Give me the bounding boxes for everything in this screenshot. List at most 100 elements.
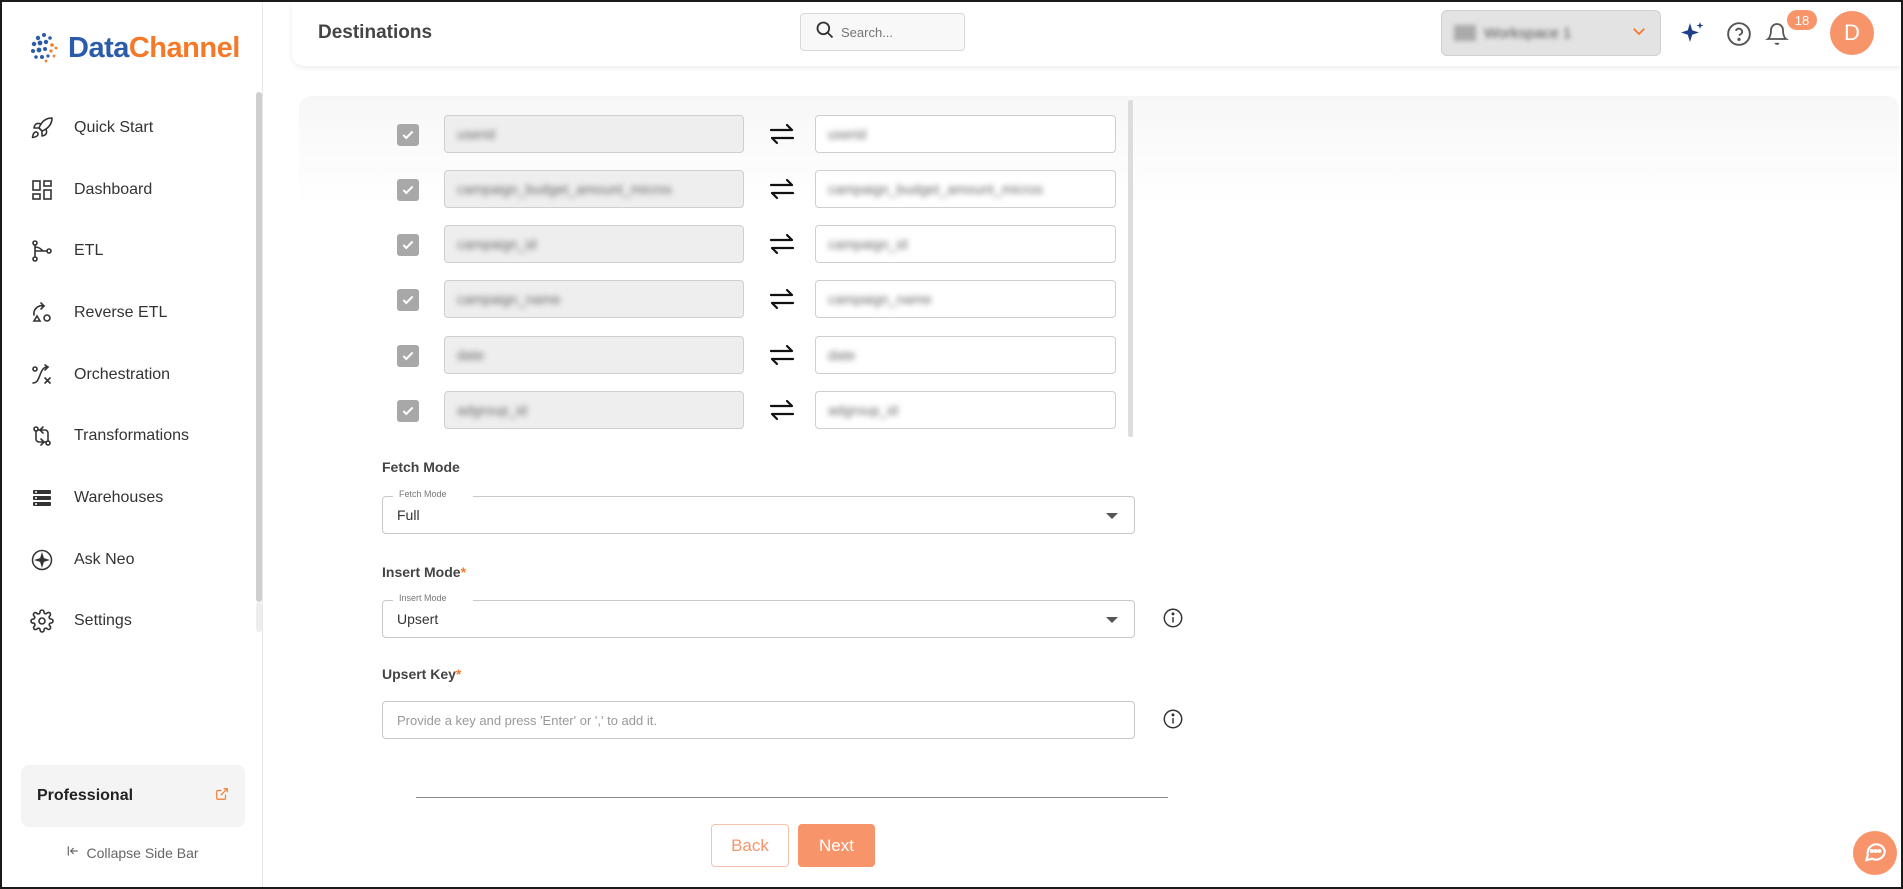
collapse-left-icon xyxy=(66,844,80,861)
upsert-key-input[interactable] xyxy=(382,701,1135,739)
destination-column-name: userid xyxy=(828,126,867,142)
sidebar-item-transformations[interactable]: Transformations xyxy=(2,405,252,467)
chat-support-button[interactable] xyxy=(1853,831,1897,875)
insert-mode-select[interactable]: Insert Mode Upsert xyxy=(382,593,1135,638)
sidebar-item-orchestration[interactable]: Orchestration xyxy=(2,344,252,406)
mapping-checkbox[interactable] xyxy=(397,234,419,256)
insert-mode-value: Upsert xyxy=(397,611,439,627)
swap-arrows-icon xyxy=(767,286,797,312)
next-button[interactable]: Next xyxy=(798,824,875,867)
workspace-avatar xyxy=(1454,25,1476,41)
destination-column-field[interactable]: campaign_name xyxy=(815,280,1116,318)
mapping-checkbox[interactable] xyxy=(397,179,419,201)
gear-icon xyxy=(28,607,56,635)
mapping-checkbox[interactable] xyxy=(397,124,419,146)
page-title: Destinations xyxy=(318,22,433,43)
ask-neo-icon xyxy=(28,546,56,574)
mapping-scrollbar[interactable] xyxy=(1128,100,1133,437)
top-header: Destinations Workspace 1 18 D xyxy=(292,2,1901,66)
plan-card: Professional xyxy=(21,765,245,827)
source-column-field: adgroup_id xyxy=(444,391,744,429)
sidebar-item-warehouses[interactable]: Warehouses xyxy=(2,467,252,529)
logo-text-data: Data xyxy=(68,31,129,64)
source-column-name: date xyxy=(457,347,485,363)
destination-column-name: adgroup_id xyxy=(828,402,899,418)
sidebar-item-reverse-etl[interactable]: Reverse ETL xyxy=(2,282,252,344)
source-column-field: date xyxy=(444,336,744,374)
destination-column-field[interactable]: userid xyxy=(815,115,1116,153)
mapping-checkbox[interactable] xyxy=(397,400,419,422)
sidebar-item-label: Quick Start xyxy=(74,118,154,136)
sidebar-item-etl[interactable]: ETL xyxy=(2,220,252,282)
sidebar-scrollbar[interactable] xyxy=(256,92,262,602)
dropdown-caret-icon xyxy=(1106,513,1118,519)
search-box[interactable] xyxy=(800,13,965,51)
sidebar-nav: Quick Start Dashboard ETL Reverse ETL Or… xyxy=(2,97,252,652)
source-column-name: campaign_id xyxy=(457,236,537,252)
destination-column-name: campaign_budget_amount_micros xyxy=(828,181,1043,197)
sidebar-item-quick-start[interactable]: Quick Start xyxy=(2,97,252,159)
transformations-icon xyxy=(28,422,56,450)
user-avatar[interactable]: D xyxy=(1830,11,1874,55)
sidebar-item-label: Reverse ETL xyxy=(74,303,168,321)
fetch-mode-label: Fetch Mode xyxy=(382,459,460,475)
search-input[interactable] xyxy=(841,24,951,40)
sidebar-item-label: Settings xyxy=(74,612,132,630)
chat-bubble-icon xyxy=(1862,838,1888,869)
swap-arrows-icon xyxy=(767,397,797,423)
datachannel-logo-icon xyxy=(31,33,58,63)
logo[interactable]: DataChannel xyxy=(28,30,240,66)
destination-column-name: date xyxy=(828,347,856,363)
collapse-sidebar-button[interactable]: Collapse Side Bar xyxy=(2,844,263,861)
chevron-down-icon xyxy=(1630,22,1648,45)
workspace-name: Workspace 1 xyxy=(1484,24,1572,42)
destination-column-field[interactable]: campaign_id xyxy=(815,225,1116,263)
sidebar-item-settings[interactable]: Settings xyxy=(2,591,252,653)
source-column-name: campaign_budget_amount_micros xyxy=(457,181,672,197)
destination-column-field[interactable]: campaign_budget_amount_micros xyxy=(815,170,1116,208)
search-icon xyxy=(815,20,835,45)
insert-mode-label: Insert Mode* xyxy=(382,564,466,580)
source-column-name: userid xyxy=(457,126,496,142)
fetch-mode-value: Full xyxy=(397,507,420,523)
ai-sparkle-icon[interactable] xyxy=(1677,19,1707,49)
external-link-icon[interactable] xyxy=(215,787,229,806)
back-button[interactable]: Back xyxy=(711,824,789,867)
source-column-field: campaign_budget_amount_micros xyxy=(444,170,744,208)
swap-arrows-icon xyxy=(767,342,797,368)
insert-mode-info-icon[interactable] xyxy=(1162,607,1184,629)
destination-column-name: campaign_id xyxy=(828,236,908,252)
sidebar-item-dashboard[interactable]: Dashboard xyxy=(2,159,252,221)
main-content xyxy=(299,96,1899,889)
workspace-select[interactable]: Workspace 1 xyxy=(1441,10,1661,56)
required-mark: * xyxy=(455,666,462,682)
upsert-key-info-icon[interactable] xyxy=(1162,708,1184,730)
logo-text-channel: Channel xyxy=(128,31,240,64)
sidebar-scroll-track xyxy=(256,602,262,632)
mapping-checkbox[interactable] xyxy=(397,345,419,367)
dashboard-icon xyxy=(28,176,56,204)
plan-label: Professional xyxy=(37,787,134,804)
help-icon[interactable] xyxy=(1724,19,1754,49)
destination-column-name: campaign_name xyxy=(828,291,932,307)
orchestration-icon xyxy=(28,361,56,389)
notification-badge: 18 xyxy=(1787,10,1817,30)
fetch-mode-select[interactable]: Fetch Mode Full xyxy=(382,489,1135,534)
rocket-icon xyxy=(28,114,56,142)
fetch-mode-legend: Fetch Mode xyxy=(393,489,473,501)
form-divider xyxy=(416,797,1168,798)
required-mark: * xyxy=(460,564,467,580)
mapping-checkbox[interactable] xyxy=(397,289,419,311)
destination-column-field[interactable]: date xyxy=(815,336,1116,374)
destination-column-field[interactable]: adgroup_id xyxy=(815,391,1116,429)
sidebar-item-label: Transformations xyxy=(74,427,189,445)
sidebar-item-label: ETL xyxy=(74,242,104,260)
sidebar: DataChannel Quick Start Dashboard ETL Re… xyxy=(2,2,263,887)
sidebar-item-label: Ask Neo xyxy=(74,550,135,568)
source-column-field: userid xyxy=(444,115,744,153)
upsert-key-label-text: Upsert Key xyxy=(382,666,456,682)
warehouses-icon xyxy=(28,484,56,512)
source-column-field: campaign_id xyxy=(444,225,744,263)
sidebar-item-ask-neo[interactable]: Ask Neo xyxy=(2,529,252,591)
swap-arrows-icon xyxy=(767,121,797,147)
